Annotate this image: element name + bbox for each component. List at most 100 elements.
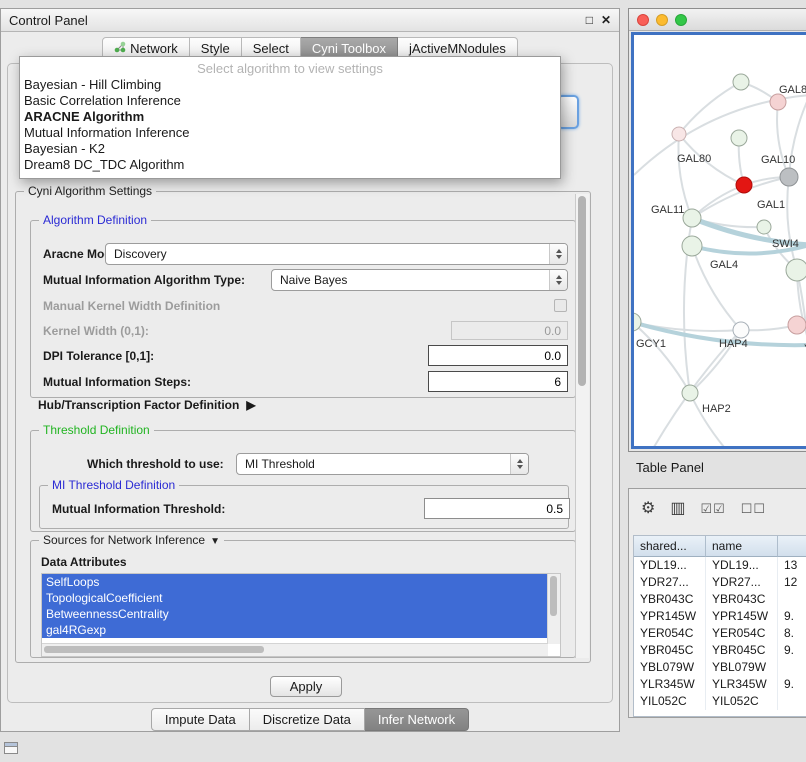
- table-panel: ⚙ ▥ ☑☑ ☐☐ shared...name YDL19...YDL19...…: [628, 488, 806, 718]
- threshold-definition-title: Threshold Definition: [39, 423, 154, 437]
- zoom-traffic-light-icon[interactable]: [675, 14, 687, 26]
- bottom-tab-infer-network[interactable]: Infer Network: [365, 708, 469, 731]
- mi-threshold-label: Mutual Information Threshold:: [52, 502, 225, 516]
- table-cell: YBR045C: [634, 642, 706, 659]
- dpi-tolerance-label: DPI Tolerance [0,1]:: [43, 349, 154, 363]
- network-node[interactable]: [757, 220, 771, 234]
- table-header-row: shared...name: [634, 536, 806, 557]
- attribute-item-gal4rgexp[interactable]: gal4RGexp: [42, 622, 548, 638]
- table-row[interactable]: YBR043CYBR043C: [634, 591, 806, 608]
- network-node[interactable]: [736, 177, 752, 193]
- network-canvas[interactable]: GAL8GAL80GAL10GAL11GAL1SWI4GAL4GCY1HAP4H…: [631, 32, 806, 449]
- network-node[interactable]: [731, 130, 747, 146]
- column-header[interactable]: [778, 536, 806, 557]
- sources-group-title[interactable]: Sources for Network Inference▼: [39, 533, 224, 547]
- table-panel-title: Table Panel: [636, 460, 704, 475]
- mi-threshold-field[interactable]: [424, 498, 570, 519]
- table-cell: YER054C: [706, 625, 778, 642]
- column-header[interactable]: shared...: [634, 536, 706, 557]
- table-cell: YPR145W: [634, 608, 706, 625]
- minimize-traffic-light-icon[interactable]: [656, 14, 668, 26]
- network-node[interactable]: [788, 316, 806, 334]
- table-cell: YLR345W: [706, 676, 778, 693]
- network-view-window: GAL8GAL80GAL10GAL11GAL1SWI4GAL4GCY1HAP4H…: [628, 8, 806, 452]
- table-cell: 13: [778, 557, 806, 574]
- bottom-tab-impute-data[interactable]: Impute Data: [151, 708, 250, 731]
- network-node[interactable]: [683, 209, 701, 227]
- network-node[interactable]: [733, 74, 749, 90]
- attribute-item-topologicalcoefficient[interactable]: TopologicalCoefficient: [42, 590, 548, 606]
- control-panel-titlebar[interactable]: Control Panel □ ✕: [1, 9, 619, 32]
- network-edge[interactable]: [690, 393, 724, 447]
- node-label: GAL8: [779, 84, 806, 96]
- settings-vertical-scrollbar[interactable]: [575, 194, 589, 658]
- column-header[interactable]: name: [706, 536, 778, 557]
- network-node[interactable]: [682, 385, 698, 401]
- table-row[interactable]: YIL052CYIL052C: [634, 693, 806, 710]
- data-attributes-items: SelfLoopsTopologicalCoefficientBetweenne…: [42, 574, 548, 644]
- table-row[interactable]: YDL19...YDL19...13: [634, 557, 806, 574]
- columns-icon[interactable]: ▥: [670, 500, 685, 518]
- network-node[interactable]: [672, 127, 686, 141]
- table-row[interactable]: YLR345WYLR345W9.: [634, 676, 806, 693]
- threshold-definition-group: Threshold Definition Which threshold to …: [30, 430, 576, 532]
- algorithm-option-dream8-dc-tdc-algorithm[interactable]: Dream8 DC_TDC Algorithm: [20, 157, 560, 173]
- select-all-checks-icon[interactable]: ☑☑: [700, 500, 725, 518]
- attributes-horizontal-scrollbar[interactable]: [42, 643, 548, 656]
- algorithm-option-aracne-algorithm[interactable]: ARACNE Algorithm: [20, 109, 560, 125]
- table-cell: YDL19...: [706, 557, 778, 574]
- close-traffic-light-icon[interactable]: [637, 14, 649, 26]
- tab-label: Select: [253, 41, 289, 56]
- table-row[interactable]: YBR045CYBR045C9.: [634, 642, 806, 659]
- network-edge[interactable]: [787, 177, 797, 270]
- network-node[interactable]: [733, 322, 749, 338]
- network-node[interactable]: [780, 168, 798, 186]
- network-node[interactable]: [682, 236, 702, 256]
- table-row[interactable]: YPR145WYPR145W9.: [634, 608, 806, 625]
- mi-algorithm-type-select[interactable]: Naive Bayes: [271, 269, 568, 291]
- network-window-titlebar[interactable]: [629, 9, 806, 31]
- which-threshold-select[interactable]: MI Threshold: [236, 453, 529, 475]
- algorithm-option-basic-correlation-inference[interactable]: Basic Correlation Inference: [20, 93, 560, 109]
- mi-threshold-definition-title: MI Threshold Definition: [48, 478, 179, 492]
- sources-title-text: Sources for Network Inference: [43, 533, 205, 547]
- manual-kernel-checkbox[interactable]: [554, 299, 567, 312]
- network-node[interactable]: [770, 94, 786, 110]
- network-node[interactable]: [786, 259, 806, 281]
- node-label: HAP4: [719, 338, 748, 350]
- mi-steps-field[interactable]: [428, 371, 568, 392]
- mi-threshold-definition-group: MI Threshold Definition Mutual Informati…: [39, 485, 569, 529]
- mi-type-label: Mutual Information Algorithm Type:: [43, 273, 245, 287]
- algorithm-option-bayesian-k2[interactable]: Bayesian - K2: [20, 141, 560, 157]
- table-cell: 9.: [778, 642, 806, 659]
- network-edge[interactable]: [679, 82, 741, 134]
- aracne-mode-select[interactable]: Discovery: [105, 243, 568, 265]
- table-cell: YER054C: [634, 625, 706, 642]
- table-row[interactable]: YBL079WYBL079W: [634, 659, 806, 676]
- algorithm-option-mutual-information-inference[interactable]: Mutual Information Inference: [20, 125, 560, 141]
- kernel-width-label: Kernel Width (0,1):: [43, 324, 149, 338]
- gear-icon[interactable]: ⚙: [641, 500, 655, 518]
- attribute-item-betweennesscentrality[interactable]: BetweennessCentrality: [42, 606, 548, 622]
- data-attributes-list: SelfLoopsTopologicalCoefficientBetweenne…: [41, 573, 561, 657]
- bottom-tab-bar: Impute DataDiscretize DataInfer Network: [1, 708, 619, 731]
- algorithm-option-bayesian-hill-climbing[interactable]: Bayesian - Hill Climbing: [20, 77, 560, 93]
- dpi-tolerance-field[interactable]: [428, 345, 568, 366]
- deselect-all-checks-icon[interactable]: ☐☐: [741, 500, 766, 518]
- table-row[interactable]: YDR27...YDR27...12: [634, 574, 806, 591]
- attributes-vertical-scrollbar[interactable]: [547, 574, 560, 644]
- bottom-tab-discretize-data[interactable]: Discretize Data: [250, 708, 365, 731]
- table-cell: YLR345W: [634, 676, 706, 693]
- attribute-item-selfloops[interactable]: SelfLoops: [42, 574, 548, 590]
- apply-button[interactable]: Apply: [270, 676, 342, 697]
- kernel-width-field[interactable]: [451, 321, 568, 340]
- hub-definition-toggle[interactable]: Hub/Transcription Factor Definition ▶: [38, 398, 256, 412]
- table-row[interactable]: YER054CYER054C8.: [634, 625, 806, 642]
- node-label: GAL80: [677, 153, 711, 165]
- sources-group: Sources for Network Inference▼ Data Attr…: [30, 540, 576, 658]
- node-label: GCY1: [636, 338, 666, 350]
- restore-panel-icon[interactable]: [4, 742, 18, 754]
- close-icon[interactable]: ✕: [601, 14, 611, 26]
- table-panel-toolbar: ⚙ ▥ ☑☑ ☐☐: [641, 497, 766, 521]
- float-window-icon[interactable]: □: [586, 14, 593, 26]
